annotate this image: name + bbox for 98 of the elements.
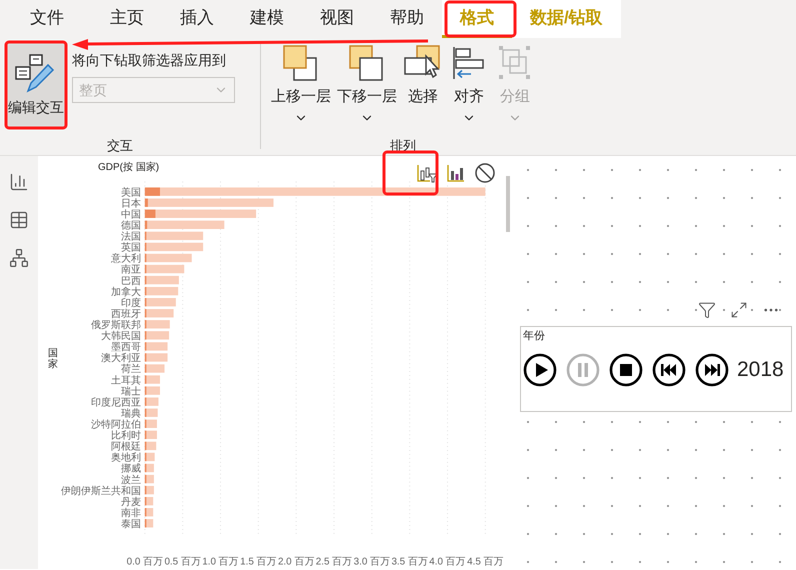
category-label: 挪威	[120, 464, 141, 475]
bar[interactable]	[144, 232, 204, 240]
tick-label: 3.0 百万	[354, 556, 390, 568]
filter-icon[interactable]	[698, 301, 716, 319]
none-icon[interactable]	[474, 162, 496, 184]
category-label: 南非	[120, 508, 141, 519]
align-icon	[453, 47, 484, 79]
bar[interactable]	[144, 254, 192, 262]
category-label: 中国	[120, 209, 141, 220]
bar[interactable]	[144, 398, 158, 406]
ribbon-tab[interactable]: 插入	[162, 0, 232, 38]
bar[interactable]	[144, 342, 168, 351]
scrollbar[interactable]	[506, 176, 510, 232]
tick-label: 0.0 百万	[126, 556, 164, 568]
category-label: 瑞典	[120, 408, 141, 420]
tick-label: 1.5 百万	[240, 556, 277, 568]
play-button[interactable]	[523, 352, 557, 386]
group-label: 交互	[106, 136, 134, 154]
next-button[interactable]	[695, 352, 729, 386]
bar[interactable]	[144, 298, 176, 306]
category-label: 英国	[120, 242, 141, 254]
bar[interactable]	[144, 242, 204, 252]
bar[interactable]	[144, 220, 224, 230]
chart-title: GDP(按 国家)	[98, 160, 160, 175]
previous-button[interactable]	[652, 352, 686, 386]
bar[interactable]	[144, 364, 165, 373]
bar[interactable]	[144, 408, 158, 417]
tick-label: 2.5 百万	[316, 556, 352, 568]
bar[interactable]	[144, 309, 174, 318]
arrange-button[interactable]: 对齐	[447, 44, 491, 136]
category-label: 南亚	[120, 264, 141, 276]
category-label: 伊朗伊斯兰共和国	[60, 486, 141, 497]
table-view-icon[interactable]	[9, 210, 29, 230]
category-label: 西班牙	[110, 308, 141, 320]
arrange-button[interactable]: 上移一层	[269, 44, 333, 136]
bar[interactable]	[144, 286, 178, 296]
ribbon-tab[interactable]: 主页	[92, 0, 162, 38]
bar[interactable]	[144, 353, 168, 362]
category-label: 土耳其	[110, 375, 141, 386]
category-label: 法国	[120, 232, 141, 243]
bar[interactable]	[144, 420, 157, 428]
bar[interactable]	[144, 320, 170, 328]
ribbon-tab[interactable]: 帮助	[372, 0, 442, 38]
category-label: 印度尼西亚	[90, 397, 141, 408]
ribbon-tab[interactable]: 视图	[302, 0, 372, 38]
ribbon-tab[interactable]: 建模	[232, 0, 302, 38]
tick-label: 1.0 百万	[202, 556, 239, 568]
tick-label: 2.0 百万	[278, 556, 314, 568]
category-label: 澳大利亚	[100, 353, 141, 364]
bar[interactable]	[144, 386, 160, 395]
category-label: 阿根廷	[110, 442, 141, 453]
arrange-button[interactable]: 选择	[401, 44, 445, 136]
report-view-icon[interactable]	[9, 172, 29, 192]
bar[interactable]	[144, 187, 160, 196]
category-label: 印度	[120, 298, 141, 309]
category-label: 墨西哥	[110, 342, 141, 354]
play-axis-value: 2018	[737, 356, 784, 383]
bar[interactable]	[144, 210, 156, 218]
category-label: 俄罗斯联邦	[90, 320, 141, 331]
category-label: 大韩民国	[100, 331, 141, 342]
category-label: 日本	[120, 198, 141, 210]
tick-label: 4.5 百万	[467, 556, 504, 568]
ribbon-tab[interactable]: 文件	[12, 0, 82, 38]
arrange-button[interactable]: 下移一层	[335, 44, 399, 136]
drill-filter-icon[interactable]	[416, 163, 438, 183]
category-label: 波兰	[120, 474, 141, 486]
category-label: 比利时	[110, 430, 141, 442]
category-label: 瑞士	[120, 386, 141, 398]
category-label: 意大利	[110, 254, 141, 265]
tick-label: 0.5 百万	[164, 556, 201, 568]
focus-mode-icon[interactable]	[730, 301, 748, 319]
bar-chart-icon[interactable]	[446, 163, 466, 183]
category-label: 美国	[120, 187, 141, 198]
bar[interactable]	[144, 264, 184, 274]
category-label: 奥地利	[110, 452, 141, 464]
bar[interactable]	[144, 331, 170, 340]
bar[interactable]	[144, 198, 148, 207]
category-label: 加拿大	[110, 286, 141, 298]
axis-title: 国家	[48, 348, 58, 370]
drill-filter-label: 将向下钻取筛选器应用到	[72, 51, 227, 70]
category-label: 德国	[120, 220, 141, 232]
category-label: 荷兰	[120, 364, 141, 376]
model-view-icon[interactable]	[9, 248, 29, 268]
category-label: 丹麦	[120, 496, 141, 508]
play-axis-title: 年份	[523, 329, 546, 344]
annotation-frame	[444, 0, 516, 38]
tick-label: 4.0 百万	[429, 556, 466, 568]
category-label: 泰国	[120, 518, 141, 530]
tick-label: 3.5 百万	[391, 556, 428, 568]
category-label: 沙特阿拉伯	[90, 420, 141, 430]
bar[interactable]	[144, 276, 179, 284]
bar[interactable]	[144, 375, 160, 384]
play-axis-visual[interactable]: 年份 2018	[520, 326, 792, 412]
category-label: 巴西	[120, 276, 141, 287]
annotation-frame	[382, 150, 438, 196]
stop-button[interactable]	[609, 352, 643, 386]
edit-interactions-button[interactable]: 编辑交互	[6, 42, 66, 128]
bar[interactable]	[144, 220, 148, 230]
